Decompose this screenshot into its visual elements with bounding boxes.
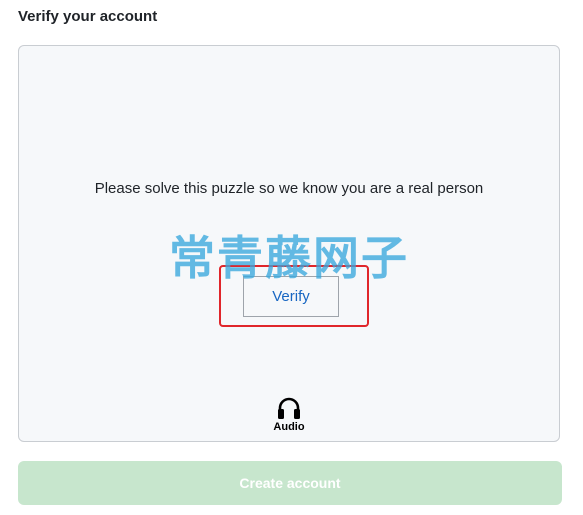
page-title: Verify your account	[18, 8, 158, 25]
create-account-button[interactable]: Create account	[18, 461, 562, 505]
captcha-panel: Please solve this puzzle so we know you …	[18, 45, 560, 442]
headphones-icon	[278, 397, 300, 419]
verify-button[interactable]: Verify	[243, 276, 339, 317]
audio-challenge-button[interactable]: Audio	[266, 396, 312, 433]
captcha-prompt: Please solve this puzzle so we know you …	[94, 180, 484, 197]
audio-label: Audio	[273, 421, 305, 433]
